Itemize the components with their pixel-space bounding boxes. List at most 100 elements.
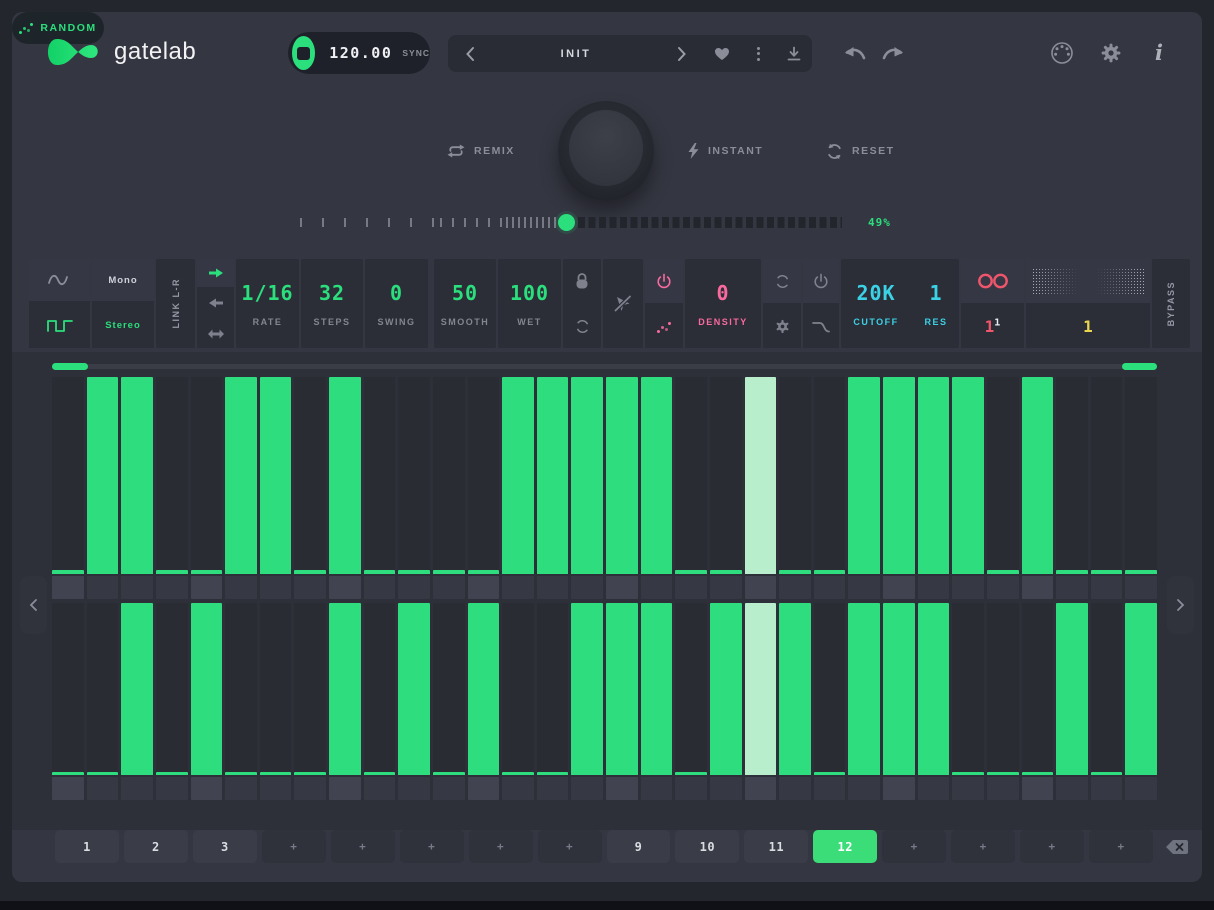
regenerate-button[interactable] xyxy=(763,259,801,303)
instant-button[interactable]: INSTANT xyxy=(688,141,763,161)
redo-button[interactable] xyxy=(880,42,906,64)
add-pattern-button[interactable]: + xyxy=(400,830,464,863)
step[interactable] xyxy=(987,603,1019,800)
step[interactable] xyxy=(398,603,430,800)
filter-power-button[interactable] xyxy=(803,259,839,303)
step[interactable] xyxy=(710,603,742,800)
pattern-slot-1[interactable]: 1 xyxy=(55,830,119,863)
swing-cell[interactable]: 0 SWING xyxy=(365,259,428,348)
step[interactable] xyxy=(1022,377,1054,599)
step[interactable] xyxy=(675,603,707,800)
add-pattern-button[interactable]: + xyxy=(469,830,533,863)
relock-button[interactable] xyxy=(563,305,601,348)
scroll-left-button[interactable] xyxy=(20,576,47,634)
step[interactable] xyxy=(225,377,257,599)
step[interactable] xyxy=(87,603,119,800)
retrigger-off-button[interactable] xyxy=(603,259,643,348)
pattern-slot-9[interactable]: 9 xyxy=(607,830,671,863)
step[interactable] xyxy=(537,603,569,800)
step[interactable] xyxy=(883,603,915,800)
add-pattern-button[interactable]: + xyxy=(951,830,1015,863)
step[interactable] xyxy=(641,377,673,599)
step[interactable] xyxy=(433,603,465,800)
step[interactable] xyxy=(433,377,465,599)
smooth-cell[interactable]: 50 SMOOTH xyxy=(434,259,496,348)
loop-end-handle[interactable] xyxy=(1122,363,1157,370)
step[interactable] xyxy=(710,377,742,599)
step[interactable] xyxy=(1022,603,1054,800)
fade-amount-display[interactable]: 1 xyxy=(1026,305,1150,348)
pattern-slot-11[interactable]: 11 xyxy=(744,830,808,863)
step[interactable] xyxy=(814,377,846,599)
step[interactable] xyxy=(121,377,153,599)
step[interactable] xyxy=(121,603,153,800)
undo-button[interactable] xyxy=(842,42,868,64)
step[interactable] xyxy=(1056,603,1088,800)
step[interactable] xyxy=(52,603,84,800)
add-pattern-button[interactable]: + xyxy=(882,830,946,863)
wet-cell[interactable]: 100 WET xyxy=(498,259,561,348)
step[interactable] xyxy=(468,377,500,599)
direction-forward-button[interactable] xyxy=(197,259,234,287)
lock-button[interactable] xyxy=(563,259,601,303)
density-power-button[interactable] xyxy=(645,259,683,303)
step[interactable] xyxy=(918,377,950,599)
step[interactable] xyxy=(606,603,638,800)
fade-shape-selector[interactable] xyxy=(1026,259,1150,303)
add-pattern-button[interactable]: + xyxy=(262,830,326,863)
link-lr-toggle[interactable]: LINK L-R xyxy=(156,259,195,348)
reset-button[interactable]: RESET xyxy=(826,141,895,161)
step[interactable] xyxy=(52,377,84,599)
step[interactable] xyxy=(502,603,534,800)
step[interactable] xyxy=(814,603,846,800)
midi-settings-button[interactable] xyxy=(1048,40,1076,66)
step[interactable] xyxy=(779,603,811,800)
sync-label[interactable]: SYNC xyxy=(402,48,430,58)
add-pattern-button[interactable]: + xyxy=(1020,830,1084,863)
preset-next-button[interactable] xyxy=(660,35,704,72)
step[interactable] xyxy=(848,377,880,599)
favorite-button[interactable] xyxy=(704,35,740,72)
advanced-settings-button[interactable] xyxy=(763,305,801,348)
rate-cell[interactable]: 1/16 RATE xyxy=(236,259,299,348)
remix-button[interactable]: REMIX xyxy=(447,141,515,161)
step[interactable] xyxy=(260,377,292,599)
pattern-slot-3[interactable]: 3 xyxy=(193,830,257,863)
direction-pingpong-button[interactable] xyxy=(197,319,234,348)
step[interactable] xyxy=(675,377,707,599)
delete-pattern-button[interactable] xyxy=(1164,838,1190,856)
step[interactable] xyxy=(952,377,984,599)
step[interactable] xyxy=(294,603,326,800)
direction-reverse-button[interactable] xyxy=(197,289,234,317)
step[interactable] xyxy=(1056,377,1088,599)
step[interactable] xyxy=(571,603,603,800)
step[interactable] xyxy=(745,603,777,800)
preset-menu-button[interactable] xyxy=(740,35,776,72)
step[interactable] xyxy=(191,603,223,800)
step[interactable] xyxy=(1125,377,1157,599)
step[interactable] xyxy=(191,377,223,599)
step[interactable] xyxy=(641,603,673,800)
settings-gear-icon[interactable] xyxy=(1098,40,1124,66)
info-button[interactable]: i xyxy=(1148,38,1170,66)
step[interactable] xyxy=(952,603,984,800)
preset-name[interactable]: INIT xyxy=(492,48,660,60)
step[interactable] xyxy=(848,603,880,800)
step[interactable] xyxy=(537,377,569,599)
step[interactable] xyxy=(87,377,119,599)
pattern-slot-10[interactable]: 10 xyxy=(675,830,739,863)
save-preset-button[interactable] xyxy=(776,35,812,72)
step[interactable] xyxy=(329,377,361,599)
pattern-slot-2[interactable]: 2 xyxy=(124,830,188,863)
step[interactable] xyxy=(1091,603,1123,800)
main-macro-knob[interactable] xyxy=(558,101,654,201)
mono-button[interactable]: Mono xyxy=(92,259,154,301)
bypass-toggle[interactable]: BYPASS xyxy=(1152,259,1190,348)
density-cell[interactable]: 0 DENSITY xyxy=(685,259,761,348)
density-random-button[interactable] xyxy=(645,305,683,348)
step[interactable] xyxy=(779,377,811,599)
resonance-control[interactable]: 1 RES xyxy=(913,259,959,348)
step[interactable] xyxy=(364,603,396,800)
step[interactable] xyxy=(468,603,500,800)
add-pattern-button[interactable]: + xyxy=(1089,830,1153,863)
